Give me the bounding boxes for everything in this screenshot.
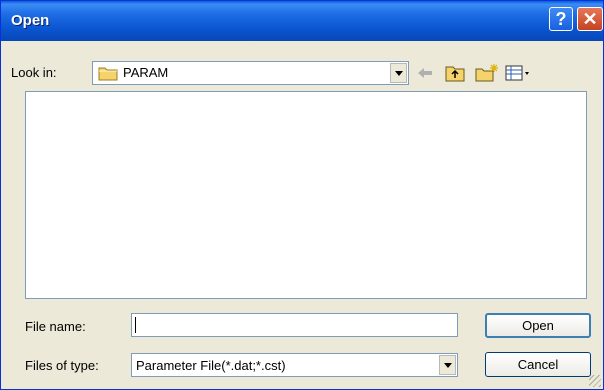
cancel-button[interactable]: Cancel bbox=[485, 352, 591, 377]
open-button[interactable]: Open bbox=[485, 313, 591, 338]
views-menu-icon[interactable] bbox=[505, 63, 531, 83]
files-of-type-dropdown-button[interactable] bbox=[439, 355, 456, 375]
files-of-type-value: Parameter File(*.dat;*.cst) bbox=[136, 358, 286, 373]
back-arrow-icon[interactable] bbox=[415, 63, 435, 83]
up-one-level-icon[interactable] bbox=[444, 63, 466, 83]
look-in-combo[interactable]: PARAM bbox=[92, 61, 409, 85]
window-title: Open bbox=[11, 12, 50, 29]
open-dialog: Open ? ✕ Look in: PARAM File name: Open … bbox=[0, 0, 604, 390]
file-name-input[interactable] bbox=[131, 313, 458, 337]
file-list[interactable] bbox=[25, 91, 587, 299]
help-button[interactable]: ? bbox=[549, 7, 573, 31]
look-in-dropdown-button[interactable] bbox=[390, 63, 407, 83]
close-button[interactable]: ✕ bbox=[577, 7, 603, 31]
new-folder-icon[interactable] bbox=[475, 63, 499, 83]
files-of-type-combo[interactable]: Parameter File(*.dat;*.cst) bbox=[131, 353, 458, 377]
look-in-label: Look in: bbox=[11, 65, 57, 80]
title-bar[interactable]: Open ? ✕ bbox=[1, 1, 603, 41]
text-caret bbox=[135, 317, 136, 333]
look-in-value: PARAM bbox=[123, 65, 169, 80]
resize-grip[interactable] bbox=[589, 375, 601, 387]
folder-icon bbox=[98, 67, 118, 81]
files-of-type-label: Files of type: bbox=[25, 358, 99, 373]
file-name-label: File name: bbox=[25, 319, 86, 334]
